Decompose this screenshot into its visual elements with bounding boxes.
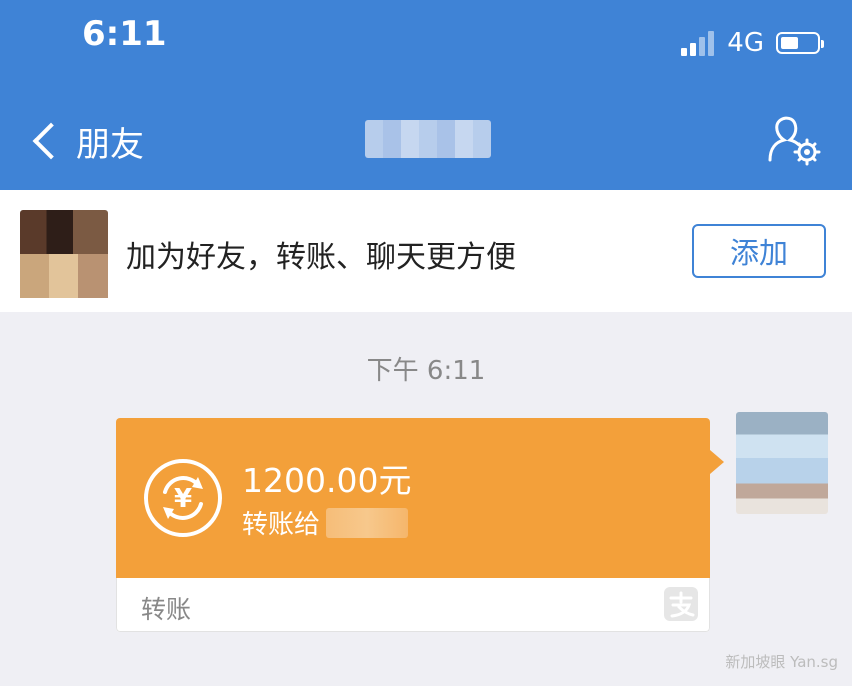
- chat-title-blurred: [365, 120, 491, 158]
- contact-avatar[interactable]: [20, 210, 108, 298]
- transfer-amount: 1200.00元: [242, 461, 412, 500]
- top-header: 6:11 4G 朋友: [0, 0, 852, 190]
- status-time: 6:11: [82, 14, 167, 54]
- transfer-card-footer: 转账: [116, 578, 710, 632]
- watermark: 新加坡眼 Yan.sg: [725, 653, 838, 671]
- add-friend-prompt: 加为好友，转账、聊天更方便: [126, 240, 516, 275]
- transfer-recipient-line: 转账给: [242, 504, 409, 541]
- signal-strength-icon: [681, 30, 717, 56]
- profile-settings-icon[interactable]: [764, 114, 822, 166]
- network-type: 4G: [727, 28, 764, 58]
- yuan-transfer-icon: ¥: [144, 459, 222, 537]
- transfer-type-label: 转账: [141, 595, 192, 624]
- transfer-subtitle: 转账给: [242, 510, 321, 540]
- chevron-left-icon: [32, 122, 70, 160]
- message-timestamp: 下午 6:11: [366, 356, 486, 386]
- back-label: 朋友: [76, 124, 144, 165]
- add-friend-button[interactable]: 添加: [692, 224, 826, 278]
- transfer-card[interactable]: ¥ 1200.00元 转账给 转账: [116, 418, 710, 632]
- bubble-tail: [710, 450, 724, 474]
- battery-icon: [776, 32, 824, 54]
- status-indicators: 4G: [681, 26, 824, 60]
- self-avatar[interactable]: [736, 412, 828, 514]
- svg-text:¥: ¥: [174, 484, 192, 514]
- back-button[interactable]: 朋友: [30, 116, 144, 166]
- recipient-name-blurred: [326, 507, 409, 538]
- transfer-card-header: ¥ 1200.00元 转账给: [116, 418, 710, 578]
- alipay-icon: [664, 587, 698, 621]
